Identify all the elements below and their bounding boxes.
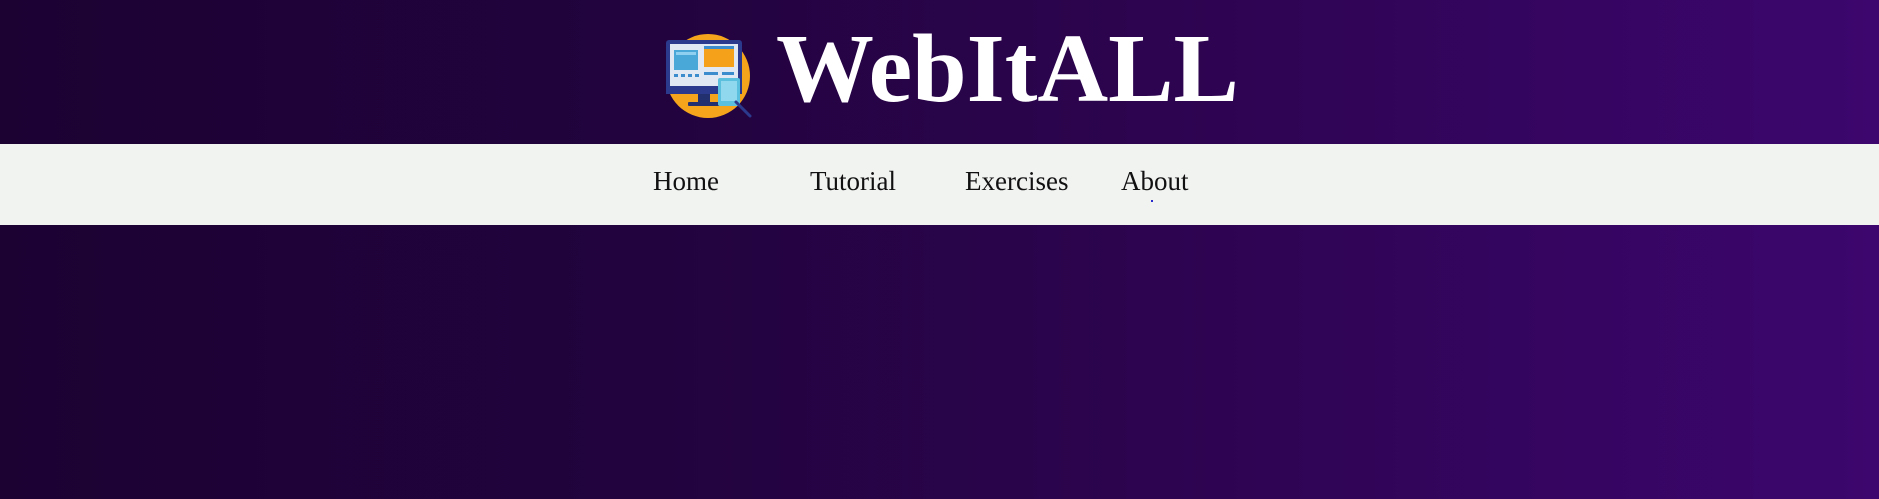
main-navbar: Home Tutorial Exercises About [0, 144, 1879, 225]
nav-item-home[interactable]: Home [653, 168, 719, 195]
nav-item-exercises[interactable]: Exercises [965, 168, 1068, 195]
site-header: WebItALL [0, 0, 1879, 144]
site-title: WebItALL [776, 15, 1239, 123]
nav-item-about[interactable]: About [1121, 168, 1189, 195]
mouse-cursor-marker [1151, 200, 1153, 202]
nav-item-tutorial[interactable]: Tutorial [810, 168, 896, 195]
computer-monitor-icon[interactable] [662, 30, 760, 124]
main-content-area [0, 225, 1879, 499]
